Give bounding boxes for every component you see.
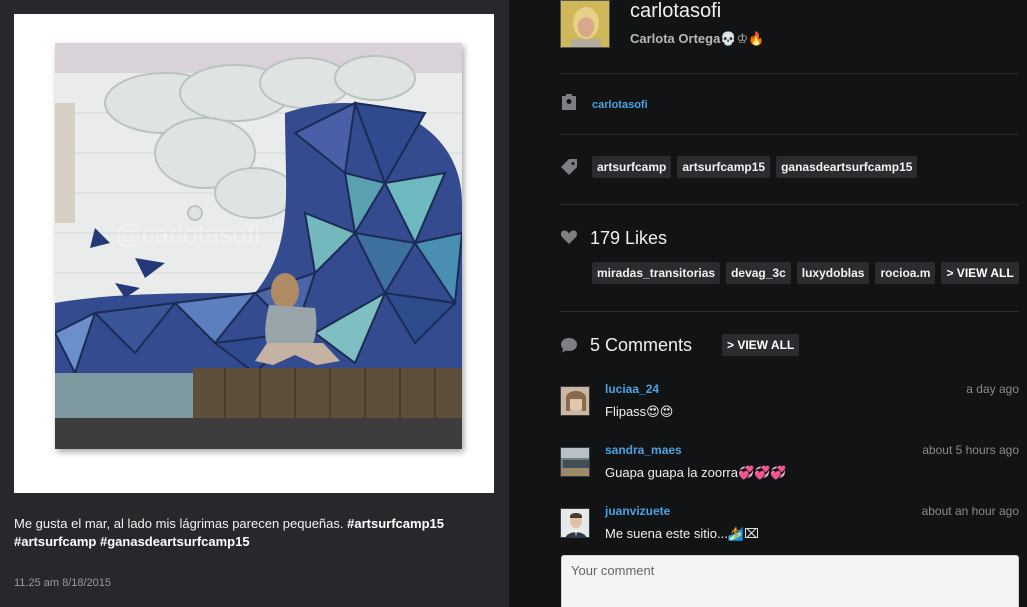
photo-watermark: @carlotasofi — [115, 219, 260, 249]
liker-chip[interactable]: devag_3c — [726, 262, 791, 284]
likes-view-all-button[interactable]: > VIEW ALL — [941, 262, 1019, 284]
comment-time: about 5 hours ago — [922, 443, 1019, 457]
liker-chip[interactable]: rocioa.m — [875, 262, 936, 284]
comment-item: juanvizuete about an hour ago Me suena e… — [560, 504, 1019, 556]
comments-count: 5 Comments — [590, 335, 693, 355]
liker-chip[interactable]: miradas_transitorias — [592, 262, 721, 284]
profile-avatar[interactable] — [560, 0, 610, 48]
comment-text: Me suena este sitio...🏄⌧ — [605, 526, 760, 541]
comments-view-all-button[interactable]: > VIEW ALL — [722, 334, 800, 356]
tagged-user-link[interactable]: carlotasofi — [592, 99, 648, 111]
post-media-panel: @carlotasofi Me gusta el mar, al lado mi… — [0, 0, 509, 607]
comment-time: a day ago — [966, 382, 1019, 396]
comment-input[interactable] — [561, 555, 1019, 607]
divider — [560, 311, 1019, 312]
likes-count: 179 Likes — [590, 228, 668, 248]
avatar-image — [561, 1, 609, 47]
photo-frame: @carlotasofi — [14, 14, 494, 493]
divider — [560, 73, 1019, 74]
post-caption: Me gusta el mar, al lado mis lágrimas pa… — [14, 515, 484, 551]
hashtag-chip[interactable]: ganasdeartsurfcamp15 — [776, 156, 918, 178]
caption-hashtag[interactable]: #ganasdeartsurfcamp15 — [100, 534, 250, 549]
commenter-avatar[interactable] — [560, 508, 590, 538]
profile-username[interactable]: carlotasofi — [630, 0, 721, 23]
divider — [560, 204, 1019, 205]
comment-item: sandra_maes about 5 hours ago Guapa guap… — [560, 443, 1019, 495]
comment-text: Flipass😍😍 — [605, 404, 674, 419]
caption-hashtag[interactable]: #artsurfcamp — [14, 534, 96, 549]
comment-text: Guapa guapa la zoorra💞💞💞 — [605, 465, 787, 480]
comment-item: luciaa_24 a day ago Flipass😍😍 — [560, 382, 1019, 434]
caption-text: Me gusta el mar, al lado mis lágrimas pa… — [14, 516, 344, 531]
commenter-username[interactable]: juanvizuete — [605, 504, 670, 518]
hashtag-list: artsurfcamp artsurfcamp15 ganasdeartsurf… — [592, 156, 918, 178]
commenter-avatar[interactable] — [560, 386, 590, 416]
liker-chip[interactable]: luxydoblas — [796, 262, 870, 284]
hashtag-chip[interactable]: artsurfcamp — [592, 156, 672, 178]
post-photo[interactable]: @carlotasofi — [55, 43, 462, 449]
commenter-avatar[interactable] — [560, 447, 590, 477]
comment-time: about an hour ago — [921, 504, 1019, 518]
commenter-username[interactable]: sandra_maes — [605, 443, 682, 457]
commenter-username[interactable]: luciaa_24 — [605, 382, 659, 396]
speech-bubble-icon — [561, 338, 577, 353]
heart-icon — [560, 230, 578, 244]
post-details-panel: carlotasofi Carlota Ortega💀♔🔥 carlotasof… — [509, 0, 1027, 607]
wave-mural-photo-art: @carlotasofi — [55, 43, 462, 449]
caption-hashtag[interactable]: #artsurfcamp15 — [347, 516, 444, 531]
divider — [560, 134, 1019, 135]
tag-icon — [561, 159, 577, 175]
hashtag-chip[interactable]: artsurfcamp15 — [677, 156, 771, 178]
post-timestamp: 11.25 am 8/18/2015 — [14, 577, 112, 589]
profile-fullname: Carlota Ortega💀♔🔥 — [630, 31, 765, 46]
person-badge-icon — [562, 94, 576, 110]
likers-list: miradas_transitorias devag_3c luxydoblas… — [592, 262, 1019, 284]
